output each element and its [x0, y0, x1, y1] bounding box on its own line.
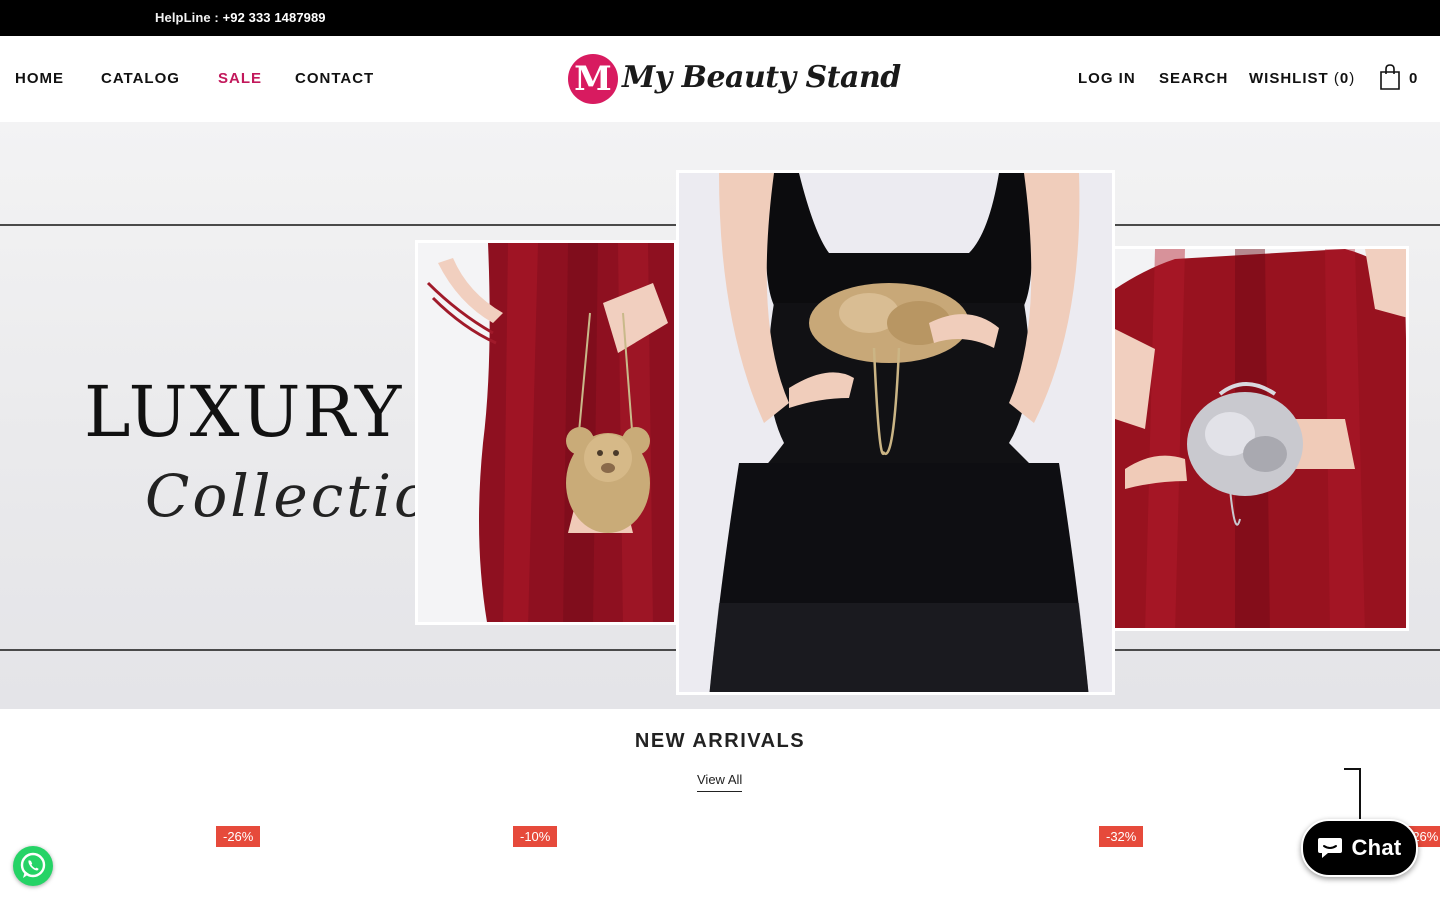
- wishlist-count: 0: [1339, 70, 1350, 87]
- discount-badge: -26%: [216, 826, 261, 847]
- shopping-bag-icon[interactable]: [1378, 64, 1402, 90]
- logo-mark: M: [568, 54, 618, 104]
- search-link[interactable]: SEARCH: [1159, 70, 1228, 87]
- red-dress-silver-clutch-image: [1115, 249, 1406, 628]
- scroll-indicator: [1344, 768, 1361, 820]
- helpline-label: HelpLine :: [155, 10, 219, 25]
- site-logo[interactable]: M My Beauty Stand: [568, 54, 901, 108]
- whatsapp-button[interactable]: [13, 846, 53, 886]
- login-link[interactable]: LOG IN: [1078, 70, 1136, 87]
- discount-badge: -10%: [513, 826, 558, 847]
- chat-button[interactable]: Chat: [1301, 819, 1418, 877]
- hero-title: LUXURY: [84, 371, 404, 453]
- announcement-bar: HelpLine : +92 333 1487989: [0, 0, 1440, 36]
- chat-bubble-icon: [1318, 838, 1343, 858]
- logo-text: My Beauty Stand: [622, 60, 901, 95]
- wishlist-paren-close: ): [1349, 70, 1356, 87]
- discount-badge: -32%: [1099, 826, 1144, 847]
- black-dress-gold-clutch-image: [679, 173, 1112, 692]
- nav-sale[interactable]: SALE: [218, 70, 262, 87]
- wishlist-link[interactable]: WISHLIST (0): [1249, 70, 1355, 87]
- view-all-link[interactable]: View All: [697, 772, 743, 792]
- nav-catalog[interactable]: CATALOG: [101, 70, 180, 87]
- wishlist-label: WISHLIST: [1249, 70, 1329, 87]
- whatsapp-icon: [20, 852, 46, 878]
- chat-label: Chat: [1351, 835, 1402, 860]
- red-dress-bear-clutch-image: [418, 243, 674, 622]
- nav-home[interactable]: HOME: [15, 70, 64, 87]
- hero-photo-bear-clutch: [415, 240, 677, 625]
- site-header: HOME CATALOG SALE CONTACT M My Beauty St…: [0, 36, 1440, 122]
- helpline-number[interactable]: +92 333 1487989: [223, 10, 326, 25]
- cart-count: 0: [1409, 70, 1418, 87]
- nav-contact[interactable]: CONTACT: [295, 70, 374, 87]
- new-arrivals-title: NEW ARRIVALS: [634, 730, 806, 752]
- hero-photo-silver-clutch: [1112, 246, 1409, 631]
- helpline: HelpLine : +92 333 1487989: [155, 10, 326, 25]
- hero-photo-gold-clutch: [676, 170, 1115, 695]
- hero-banner[interactable]: LUXURY Collection: [0, 122, 1440, 709]
